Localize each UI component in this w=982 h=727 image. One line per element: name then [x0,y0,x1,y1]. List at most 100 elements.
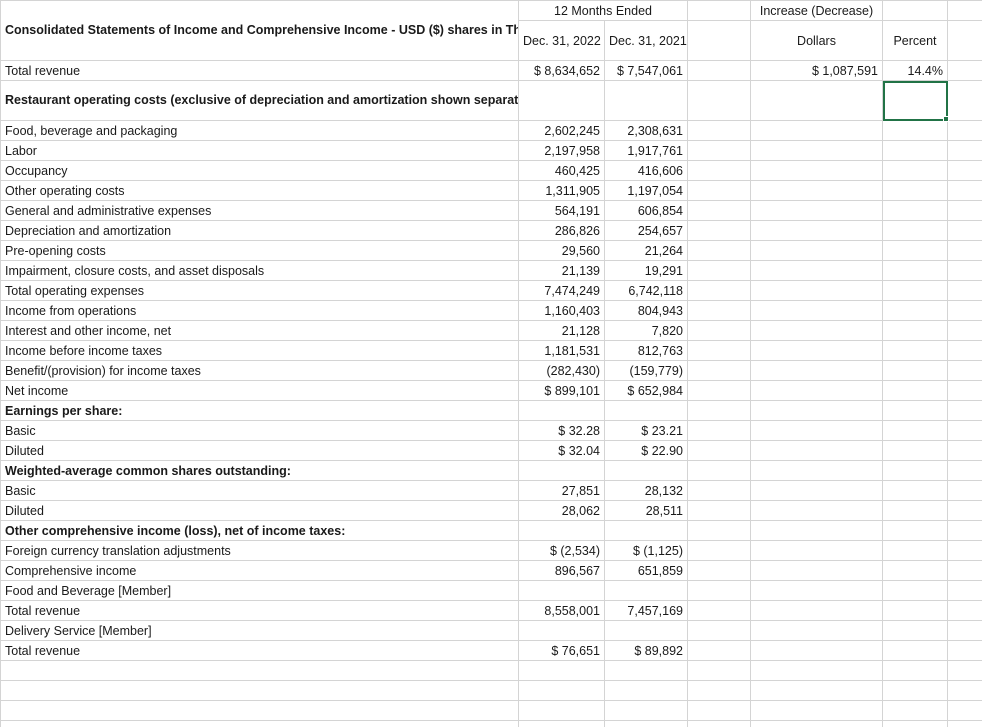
header-group-row[interactable]: Consolidated Statements of Income and Co… [0,0,982,61]
table-row[interactable]: Total revenue $ 76,651 $ 89,892 [0,640,982,661]
cell-dollars[interactable] [750,240,883,261]
cell-period-2021[interactable]: 416,606 [604,160,688,181]
spreadsheet-canvas[interactable]: Consolidated Statements of Income and Co… [0,0,982,727]
cell-dollars[interactable] [750,80,883,121]
cell-spacer[interactable] [687,600,751,621]
column-group-months-ended[interactable]: 12 Months Ended [518,0,688,21]
cell-dollars[interactable] [750,640,883,661]
cell-trailing[interactable] [947,580,982,601]
cell-percent[interactable] [882,620,948,641]
cell-period-2021[interactable]: 19,291 [604,260,688,281]
cell-trailing[interactable] [947,660,982,681]
cell-period-2022[interactable]: 1,181,531 [518,340,605,361]
table-row[interactable]: Basic $ 32.28 $ 23.21 [0,420,982,441]
table-row[interactable]: Depreciation and amortization 286,826 254,… [0,220,982,241]
cell-period-2022[interactable]: 21,128 [518,320,605,341]
cell-percent[interactable] [882,240,948,261]
cell-percent[interactable] [882,400,948,421]
row-label-cell[interactable]: General and administrative expenses [0,200,519,221]
row-label-cell[interactable]: Depreciation and amortization [0,220,519,241]
cell-trailing[interactable] [947,600,982,621]
cell-trailing[interactable] [947,520,982,541]
cell-period-2022[interactable]: $ 32.28 [518,420,605,441]
cell-percent[interactable] [882,500,948,521]
row-label-cell[interactable]: Restaurant operating costs (exclusive of… [0,80,519,121]
table-row[interactable]: Earnings per share: [0,400,982,421]
table-row[interactable]: Total revenue $ 8,634,652 $ 7,547,061 $ 1,0… [0,60,982,81]
row-label-cell[interactable]: Benefit/(provision) for income taxes [0,360,519,381]
cell-period-2022[interactable]: $ (2,534) [518,540,605,561]
row-label-cell[interactable]: Total revenue [0,600,519,621]
cell-percent[interactable] [882,260,948,281]
cell-period-2022[interactable] [518,400,605,421]
cell-trailing[interactable] [947,620,982,641]
cell-trailing[interactable] [947,460,982,481]
cell-period-2021[interactable]: 28,132 [604,480,688,501]
cell-spacer[interactable] [687,440,751,461]
cell-percent[interactable] [882,640,948,661]
cell-percent[interactable] [882,180,948,201]
table-row[interactable]: Delivery Service [Member] [0,620,982,641]
table-row[interactable]: Other operating costs 1,311,905 1,197,054 [0,180,982,201]
cell-spacer[interactable] [687,560,751,581]
cell-percent[interactable] [882,340,948,361]
cell-percent[interactable] [882,700,948,721]
row-label-cell[interactable]: Other comprehensive income (loss), net o… [0,520,519,541]
row-label-cell[interactable]: Comprehensive income [0,560,519,581]
cell-trailing[interactable] [947,240,982,261]
table-row[interactable]: Total operating expenses 7,474,249 6,742,1… [0,280,982,301]
cell-percent[interactable] [882,120,948,141]
column-header-trailing[interactable] [947,20,982,61]
cell-dollars[interactable] [750,680,883,701]
table-row[interactable]: Income before income taxes 1,181,531 812,7… [0,340,982,361]
row-label-cell[interactable]: Interest and other income, net [0,320,519,341]
cell-period-2021[interactable]: $ 22.90 [604,440,688,461]
table-row[interactable]: Interest and other income, net 21,128 7,82… [0,320,982,341]
table-row[interactable]: Food, beverage and packaging 2,602,245 2,3… [0,120,982,141]
cell-period-2021[interactable] [604,80,688,121]
cell-period-2021[interactable]: 2,308,631 [604,120,688,141]
cell-spacer[interactable] [687,700,751,721]
cell-trailing[interactable] [947,200,982,221]
cell-period-2022[interactable] [518,680,605,701]
cell-percent[interactable] [882,280,948,301]
cell-spacer[interactable] [687,220,751,241]
cell-dollars[interactable] [750,300,883,321]
column-group-increase-decrease[interactable]: Increase (Decrease) [750,0,883,21]
cell-period-2022[interactable] [518,460,605,481]
cell-percent[interactable] [882,520,948,541]
cell-period-2022[interactable]: 2,197,958 [518,140,605,161]
table-row[interactable]: Pre-opening costs 29,560 21,264 [0,240,982,261]
table-row[interactable]: General and administrative expenses 564,1… [0,200,982,221]
column-header-dollars[interactable]: Dollars [750,20,883,61]
row-label-cell[interactable] [0,660,519,681]
column-header-percent[interactable]: Percent [882,20,948,61]
cell-dollars[interactable] [750,380,883,401]
cell-trailing[interactable] [947,480,982,501]
cell-trailing[interactable] [947,140,982,161]
cell-spacer[interactable] [687,240,751,261]
cell-dollars[interactable] [750,440,883,461]
cell-period-2022[interactable]: $ 76,651 [518,640,605,661]
cell-dollars[interactable] [750,180,883,201]
table-row[interactable]: Food and Beverage [Member] [0,580,982,601]
cell-dollars[interactable]: $ 1,087,591 [750,60,883,81]
row-label-cell[interactable] [0,700,519,721]
cell-percent[interactable] [882,160,948,181]
cell-percent[interactable] [882,320,948,341]
cell-period-2021[interactable] [604,580,688,601]
cell-period-2021[interactable]: 1,197,054 [604,180,688,201]
cell-trailing[interactable] [947,680,982,701]
cell-period-2021[interactable]: $ (1,125) [604,540,688,561]
cell-spacer[interactable] [687,480,751,501]
cell-trailing[interactable] [947,360,982,381]
cell-spacer[interactable] [687,380,751,401]
cell-period-2021[interactable]: $ 7,547,061 [604,60,688,81]
cell-spacer[interactable] [687,300,751,321]
cell-trailing[interactable] [947,300,982,321]
cell-period-2021[interactable]: 21,264 [604,240,688,261]
row-label-cell[interactable] [0,680,519,701]
cell-spacer[interactable] [687,520,751,541]
cell-dollars[interactable] [750,720,883,727]
cell-period-2021[interactable]: (159,779) [604,360,688,381]
